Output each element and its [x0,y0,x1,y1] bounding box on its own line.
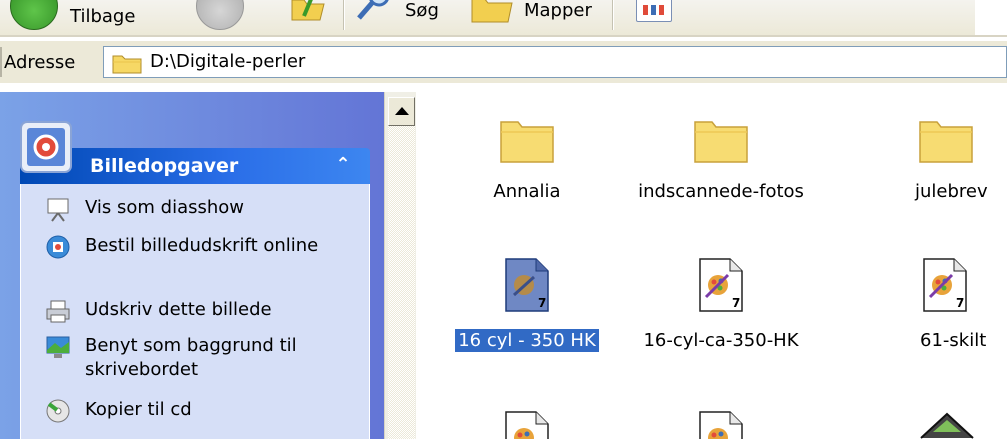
folder-icon [694,121,748,163]
folder-icon [112,55,142,74]
task-print-picture-label: Udskriv dette billede [85,299,272,320]
order-prints-icon [46,235,70,259]
picture-tasks-title: Billedopgaver [90,155,239,177]
folder-icon [919,121,973,163]
file-item-julebrev[interactable]: julebrev [832,114,1007,203]
print-icon [46,300,70,323]
file-list: Annalia indscannede-fotos julebrev 7 16 … [417,92,1007,439]
address-bar: Adresse D:\Digitale-perler [0,40,1007,83]
file-name: indscannede-fotos [638,181,804,202]
file-item-partial[interactable] [611,410,831,439]
back-label: Tilbage [70,5,136,27]
address-grip[interactable] [0,47,2,77]
folders-button[interactable]: Mapper [470,0,592,24]
vertical-scrollbar[interactable] [384,92,416,439]
scroll-track[interactable] [388,126,415,439]
file-name: 16 cyl - 350 HK [455,329,599,352]
task-slideshow[interactable]: Vis som diasshow [45,196,325,222]
task-order-prints[interactable]: Bestil billedudskrift online [45,234,325,260]
forward-button[interactable] [196,0,244,30]
file-name: 61-skilt [920,330,987,351]
scroll-up-button[interactable] [388,97,415,126]
address-value: D:\Digitale-perler [150,51,306,72]
task-pane: Billedopgaver ⌃ Vis som diasshow Bestil … [0,92,384,439]
views-button[interactable] [636,0,672,22]
picture-tasks-icon [20,121,72,173]
task-print-picture[interactable]: Udskriv dette billede [45,298,325,324]
file-item-61-skilt[interactable]: 7 61-skilt [832,257,1007,352]
toolbar-separator [612,0,614,30]
paint-image-icon [505,411,549,439]
search-button[interactable]: Søg [355,0,439,24]
up-arrow-icon [395,107,409,115]
file-name: 16-cyl-ca-350-HK [643,330,799,351]
film-icon [920,412,974,439]
folder-up-icon[interactable] [290,0,326,22]
file-item-16-cyl-350-hk[interactable]: 7 16 cyl - 350 HK [417,257,637,352]
folders-label: Mapper [524,0,592,21]
address-label: Adresse [4,52,76,73]
desktop-background-icon [46,336,70,358]
views-icon [643,5,664,15]
file-name: julebrev [915,181,988,202]
svg-text:7: 7 [956,296,964,310]
paint-image-icon [699,411,743,439]
slideshow-icon [47,198,69,222]
svg-text:7: 7 [732,296,740,310]
back-arrow-icon [10,0,58,30]
file-name: Annalia [493,181,561,202]
file-item-indscannede-fotos[interactable]: indscannede-fotos [611,114,831,203]
toolbar-edge [975,0,1007,35]
file-item-annalia[interactable]: Annalia [417,114,637,203]
toolbar-separator [343,0,345,30]
toolbar-divider [0,35,1007,37]
task-set-background-label: Benyt som baggrund til skrivebordet [85,335,297,380]
search-label: Søg [405,0,439,21]
folders-icon [471,0,513,23]
collapse-chevron-icon[interactable]: ⌃ [332,155,354,177]
paint-image-icon: 7 [699,258,743,312]
back-button[interactable]: Tilbage [10,0,135,30]
paint-image-icon: 7 [923,258,967,312]
task-copy-to-cd-label: Kopier til cd [85,399,192,420]
task-set-background[interactable]: Benyt som baggrund til skrivebordet [45,334,325,382]
address-input[interactable]: D:\Digitale-perler [103,46,1007,78]
toolbar: Tilbage Søg Mapper [0,0,1007,35]
task-order-prints-label: Bestil billedudskrift online [85,235,319,256]
task-slideshow-label: Vis som diasshow [85,197,245,218]
copy-to-cd-icon [46,399,70,423]
task-copy-to-cd[interactable]: Kopier til cd [45,398,325,424]
svg-text:7: 7 [538,296,546,310]
folder-icon [500,121,554,163]
file-item-16-cyl-ca-350-hk[interactable]: 7 16-cyl-ca-350-HK [611,257,831,352]
picture-tasks-list: Vis som diasshow Bestil billedudskrift o… [20,184,370,439]
forward-arrow-icon [196,0,244,30]
search-icon [357,0,389,20]
file-item-partial[interactable] [832,410,1007,439]
paint-image-icon: 7 [505,258,549,312]
picture-tasks-panel: Billedopgaver ⌃ Vis som diasshow Bestil … [20,121,370,439]
file-item-partial[interactable] [417,410,637,439]
